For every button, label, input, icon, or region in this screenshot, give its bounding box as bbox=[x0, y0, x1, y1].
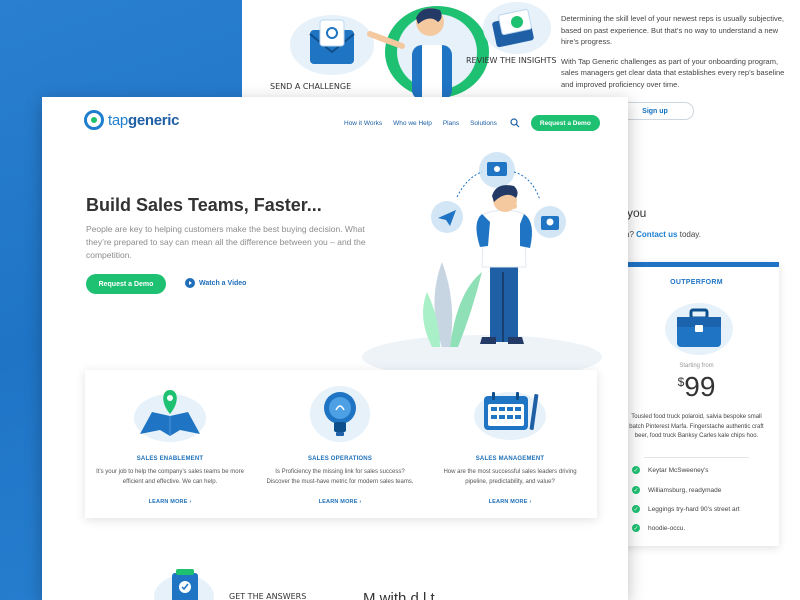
feature-item: ✓ Keytar McSweeney's bbox=[632, 466, 709, 474]
get-answers-label: GET THE ANSWERS bbox=[229, 592, 307, 600]
nav-solutions[interactable]: Solutions bbox=[470, 120, 497, 127]
feature-item: ✓ Leggings try-hard 90's street art bbox=[632, 505, 740, 513]
check-icon: ✓ bbox=[632, 486, 640, 494]
contact-line: n? Contact us today. bbox=[625, 230, 701, 239]
search-icon[interactable] bbox=[510, 118, 520, 128]
feature-title: SALES MANAGEMENT bbox=[475, 456, 545, 462]
feature-item: ✓ Williamsburg, readymade bbox=[632, 486, 721, 494]
price-amount: $99 bbox=[614, 371, 779, 403]
feature-label: Williamsburg, readymade bbox=[648, 486, 722, 494]
nav-how-it-works[interactable]: How it Works bbox=[344, 120, 382, 127]
currency-symbol: $ bbox=[677, 375, 685, 389]
feature-title: SALES ENABLEMENT bbox=[136, 456, 204, 462]
watch-video-link[interactable]: Watch a Video bbox=[185, 278, 246, 288]
contact-us-link[interactable]: Contact us bbox=[636, 230, 677, 239]
play-icon bbox=[185, 278, 195, 288]
check-icon: ✓ bbox=[632, 505, 640, 513]
feature-sales-enablement: SALES ENABLEMENT It’s your job to help t… bbox=[85, 370, 255, 518]
logo-text: tapgeneric bbox=[108, 111, 180, 129]
homepage: tapgeneric How it Works Who we Help Plan… bbox=[42, 97, 628, 600]
calendar-icon bbox=[474, 392, 546, 440]
check-icon: ✓ bbox=[632, 524, 640, 532]
plan-description: Tousled food truck polaroid, salvia besp… bbox=[629, 414, 764, 439]
features-card: SALES ENABLEMENT It’s your job to help t… bbox=[85, 370, 597, 518]
logo-prefix: tap bbox=[108, 111, 128, 129]
feature-title: SALES OPERATIONS bbox=[307, 456, 373, 462]
map-pin-icon bbox=[134, 390, 206, 442]
paragraph: With Tap Generic challenges as part of y… bbox=[561, 56, 785, 89]
plan-name: OUTPERFORM bbox=[670, 279, 723, 286]
feature-description: It’s your job to help the company’s sale… bbox=[96, 469, 244, 485]
hero-illustration bbox=[362, 152, 602, 372]
check-icon: ✓ bbox=[632, 466, 640, 474]
logo-icon bbox=[84, 110, 104, 130]
feature-label: hoodie-occu. bbox=[648, 524, 686, 532]
partial-heading: you bbox=[627, 206, 647, 220]
logo-suffix: generic bbox=[127, 111, 180, 129]
hero-subtitle: People are key to helping customers make… bbox=[86, 224, 366, 260]
logo[interactable]: tapgeneric bbox=[84, 110, 180, 130]
nav-who-we-help[interactable]: Who we Help bbox=[393, 120, 432, 127]
price-value: 99 bbox=[684, 371, 716, 402]
feature-description: How are the most successful sales leader… bbox=[443, 469, 577, 485]
feature-item: ✓ hoodie-occu. bbox=[632, 524, 685, 532]
starting-from-label: Starting from bbox=[679, 363, 714, 369]
main-nav: How it Works Who we Help Plans Solutions… bbox=[344, 115, 600, 131]
feature-sales-management: SALES MANAGEMENT How are the most succes… bbox=[425, 370, 595, 518]
briefcase-icon bbox=[665, 303, 733, 355]
nav-plans[interactable]: Plans bbox=[443, 120, 459, 127]
feature-description: Is Proficiency the missing link for sale… bbox=[266, 469, 414, 485]
learn-more-link[interactable]: LEARN MORE › bbox=[255, 499, 425, 505]
learn-more-link[interactable]: LEARN MORE › bbox=[425, 499, 595, 505]
send-challenge-label: SEND A CHALLENGE bbox=[270, 82, 352, 91]
onboarding-description: Determining the skill level of your newe… bbox=[561, 13, 786, 98]
hero-request-demo-button[interactable]: Request a Demo bbox=[86, 274, 166, 294]
feature-label: Leggings try-hard 90's street art bbox=[648, 505, 740, 513]
lightbulb-icon bbox=[310, 386, 370, 442]
feature-sales-operations: SALES OPERATIONS Is Proficiency the miss… bbox=[255, 370, 425, 518]
pricing-card: OUTPERFORM Starting from $99 Tousled foo… bbox=[614, 262, 779, 546]
review-insights-label: REVIEW THE INSIGHTS bbox=[466, 56, 557, 65]
section-heading-partial: M with d l t bbox=[363, 590, 435, 600]
learn-more-link[interactable]: LEARN MORE › bbox=[85, 499, 255, 505]
paragraph: Determining the skill level of your newe… bbox=[561, 14, 785, 46]
request-demo-button[interactable]: Request a Demo bbox=[530, 115, 600, 131]
feature-label: Keytar McSweeney's bbox=[648, 466, 709, 474]
divider bbox=[644, 457, 749, 458]
contact-suffix: today. bbox=[679, 230, 701, 239]
hero-title: Build Sales Teams, Faster... bbox=[86, 195, 322, 215]
watch-video-label: Watch a Video bbox=[199, 279, 247, 287]
